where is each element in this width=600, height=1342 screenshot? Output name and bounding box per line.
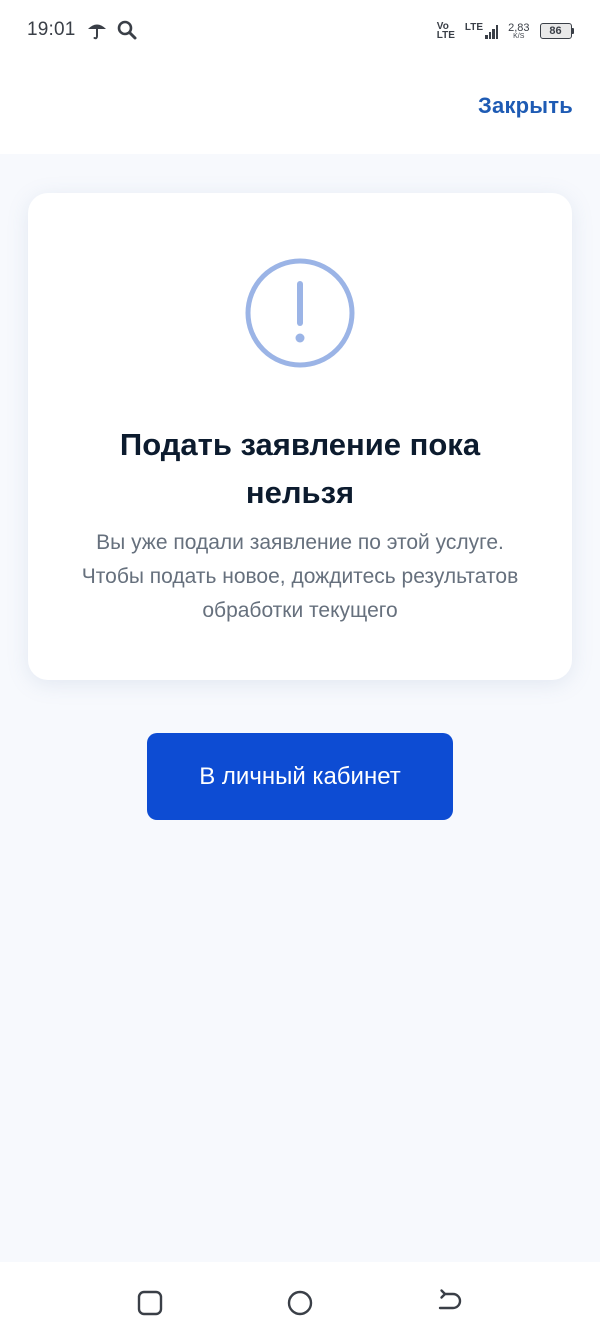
network-speed: 2,83 K/S	[508, 21, 530, 40]
recents-icon[interactable]	[135, 1288, 165, 1318]
signal-icon	[485, 25, 499, 39]
umbrella-icon	[88, 24, 106, 40]
back-icon[interactable]	[435, 1288, 465, 1318]
exclamation-circle-icon	[245, 258, 355, 368]
speed-unit: K/S	[513, 32, 525, 40]
status-indicators: Vo LTE LTE 2,83 K/S 86	[437, 18, 574, 44]
battery-level: 86	[549, 25, 562, 37]
close-button[interactable]: Закрыть	[478, 93, 573, 119]
volte-indicator: Vo LTE	[436, 22, 455, 41]
personal-account-button[interactable]: В личный кабинет	[147, 733, 453, 820]
volte-bottom: LTE	[436, 30, 455, 41]
status-time: 19:01	[27, 19, 76, 40]
network-indicator: LTE	[464, 22, 499, 39]
header: Закрыть	[0, 62, 600, 154]
home-icon[interactable]	[285, 1288, 315, 1318]
system-navigation-bar	[0, 1262, 600, 1342]
battery-icon: 86	[539, 23, 574, 39]
network-type: LTE	[464, 22, 484, 33]
card-description: Вы уже подали заявление по этой услуге. …	[81, 531, 519, 622]
card-title: Подать заявление пока нельзя	[119, 427, 481, 510]
status-bar: 19:01 Vo LTE LTE 2,83 K/S 86	[0, 0, 600, 62]
speed-value: 2,83	[508, 21, 530, 34]
search-icon	[117, 20, 137, 40]
info-card: Подать заявление пока нельзя Вы уже пода…	[28, 193, 572, 680]
